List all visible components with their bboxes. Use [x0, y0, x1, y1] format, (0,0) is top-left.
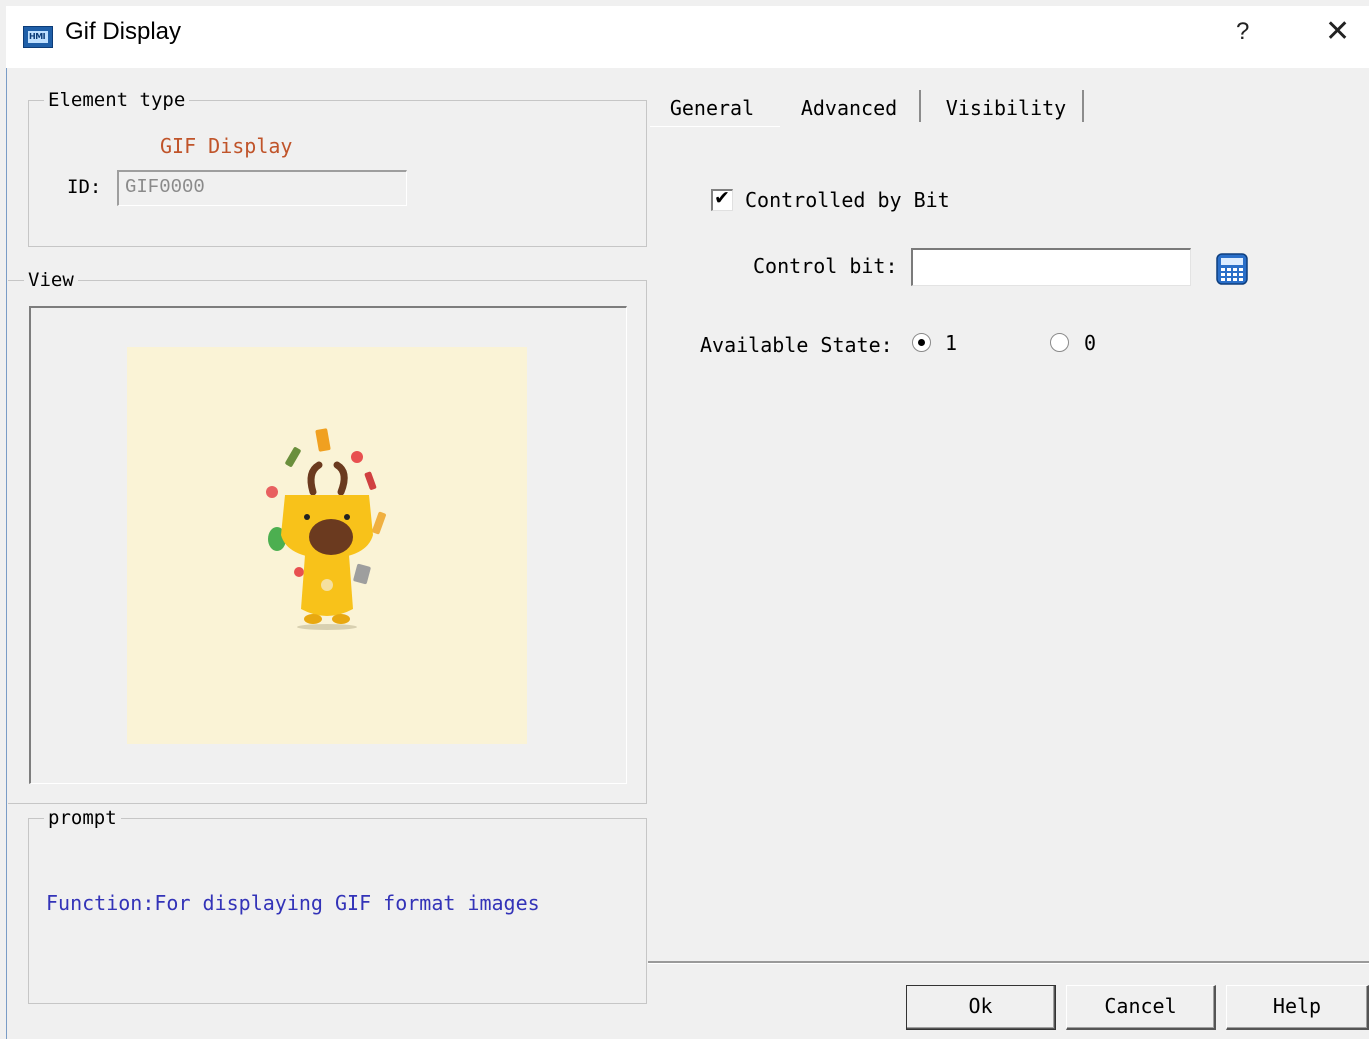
controlled-by-bit-checkbox[interactable]: ✔ — [711, 187, 733, 211]
prompt-text: Function:For displaying GIF format image… — [46, 891, 540, 915]
button-bar-separator — [648, 961, 1369, 964]
calculator-icon — [1216, 253, 1248, 285]
tab-visibility[interactable]: Visibility — [935, 88, 1077, 128]
help-icon[interactable]: ? — [1236, 18, 1249, 46]
available-state-label: Available State: — [700, 333, 893, 357]
gif-preview — [127, 347, 527, 744]
tab-general[interactable]: General — [660, 88, 764, 128]
prompt-legend: prompt — [44, 807, 121, 829]
control-bit-input[interactable] — [911, 248, 1191, 286]
tab-separator — [1082, 90, 1084, 122]
ok-button[interactable]: Ok — [906, 985, 1056, 1030]
app-icon: HMI — [23, 26, 53, 48]
tab-separator — [919, 90, 921, 122]
element-type-name: GIF Display — [160, 134, 293, 158]
help-button[interactable]: Help — [1226, 985, 1369, 1030]
view-legend: View — [24, 269, 78, 291]
gif-character-image — [266, 428, 386, 630]
tab-underline — [650, 126, 780, 127]
id-label: ID: — [67, 176, 102, 198]
state-1-radio[interactable] — [912, 333, 931, 352]
close-icon[interactable]: ✕ — [1325, 14, 1350, 49]
radio-dot-icon — [918, 339, 925, 346]
cancel-button[interactable]: Cancel — [1066, 985, 1216, 1030]
state-0-label: 0 — [1084, 331, 1097, 355]
checkmark-icon: ✔ — [714, 187, 730, 209]
title-bar: HMI Gif Display ? ✕ — [6, 6, 1369, 68]
controlled-by-bit-label: Controlled by Bit — [745, 188, 950, 212]
id-field: GIF0000 — [117, 170, 407, 206]
state-1-label: 1 — [945, 331, 958, 355]
control-bit-label: Control bit: — [753, 254, 898, 278]
address-picker-button[interactable] — [1215, 252, 1249, 286]
element-type-legend: Element type — [44, 89, 190, 111]
state-0-radio[interactable] — [1050, 333, 1069, 352]
app-icon-text: HMI — [29, 32, 46, 41]
tab-advanced[interactable]: Advanced — [784, 88, 914, 128]
window-title: Gif Display — [65, 18, 182, 45]
